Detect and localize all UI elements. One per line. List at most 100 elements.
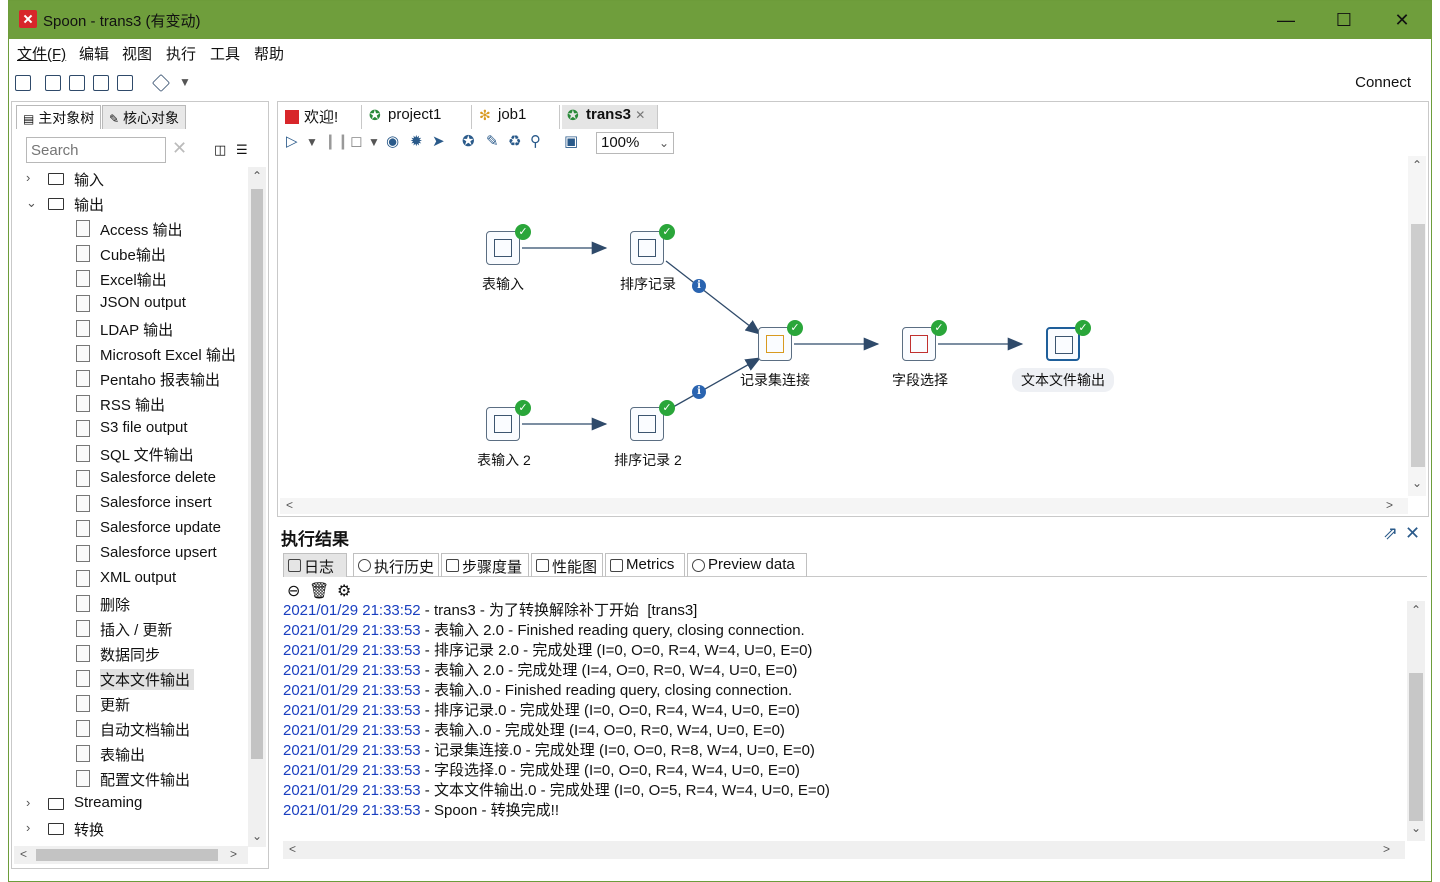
step-sort-rows[interactable] xyxy=(630,231,664,265)
chevron-right-icon[interactable]: › xyxy=(26,170,40,185)
preview-icon[interactable]: ◉ xyxy=(386,132,399,150)
hop-line[interactable] xyxy=(665,260,762,335)
tree-vertical-scrollbar[interactable]: ⌃ ⌄ xyxy=(248,167,266,847)
scroll-down-icon[interactable]: ⌄ xyxy=(252,829,262,843)
log-vertical-scrollbar[interactable]: ⌃ ⌄ xyxy=(1407,601,1425,841)
tree-item[interactable]: S3 file output xyxy=(76,419,246,441)
tree-item[interactable]: Pentaho 报表输出 xyxy=(76,369,246,391)
scroll-right-icon[interactable]: > xyxy=(1383,842,1390,856)
verify-icon[interactable]: ✪ xyxy=(462,132,475,150)
connect-button[interactable]: Connect xyxy=(1355,74,1411,91)
scroll-right-icon[interactable]: > xyxy=(1386,498,1393,512)
close-results-icon[interactable]: ✕ xyxy=(1405,523,1423,543)
scroll-thumb[interactable] xyxy=(251,189,263,759)
save-icon[interactable] xyxy=(93,75,109,91)
tree-horizontal-scrollbar[interactable]: < > xyxy=(14,846,248,864)
explore-repository-icon[interactable] xyxy=(69,75,85,91)
scroll-thumb[interactable] xyxy=(1411,224,1425,467)
transformation-canvas[interactable]: ✓ 表输入 ✓ 排序记录 i ✓ 记录集连接 ✓ 字段选择 ✓ 文本文件输出 ✓… xyxy=(280,156,1408,496)
tab-core-objects[interactable]: ✎ 核心对象 xyxy=(102,105,186,129)
pause-icon[interactable]: ❙❙ xyxy=(324,132,349,150)
run-options-icon[interactable]: ▼ xyxy=(306,135,318,149)
tree-item[interactable]: RSS 输出 xyxy=(76,394,246,416)
scroll-up-icon[interactable]: ⌃ xyxy=(1412,158,1422,172)
tree-item[interactable]: Access 输出 xyxy=(76,219,246,241)
tab-project1[interactable]: ✪ project1 xyxy=(364,105,472,129)
impact-icon[interactable]: ✎ xyxy=(486,132,499,150)
tab-trans3[interactable]: ✪ trans3 ✕ xyxy=(562,105,658,129)
menu-file[interactable]: 文件(F) xyxy=(17,43,66,64)
clear-log-icon[interactable]: 🗑 xyxy=(309,581,329,601)
canvas-vertical-scrollbar[interactable]: ⌃ ⌄ xyxy=(1408,156,1426,496)
scroll-left-icon[interactable]: < xyxy=(286,498,293,512)
tree-item[interactable]: 配置文件输出 xyxy=(76,769,246,791)
scroll-thumb[interactable] xyxy=(36,849,218,861)
clear-search-icon[interactable]: ✕ xyxy=(172,138,187,159)
debug-icon[interactable]: ✹ xyxy=(410,132,423,150)
scroll-right-icon[interactable]: > xyxy=(230,847,237,861)
menu-edit[interactable]: 编辑 xyxy=(79,43,109,64)
scroll-down-icon[interactable]: ⌄ xyxy=(1412,476,1422,490)
tree-folder[interactable]: › Streaming xyxy=(26,794,246,816)
scroll-down-icon[interactable]: ⌄ xyxy=(1411,821,1421,835)
tab-performance-graph[interactable]: 性能图 xyxy=(531,553,603,577)
scroll-thumb[interactable] xyxy=(1409,673,1423,821)
step-table-input[interactable] xyxy=(486,231,520,265)
tree-item[interactable]: JSON output xyxy=(76,294,246,316)
stop-options-icon[interactable]: ▼ xyxy=(368,135,380,149)
tree-item[interactable]: Salesforce update xyxy=(76,519,246,541)
info-icon[interactable]: i xyxy=(692,385,706,399)
step-sort-rows-2[interactable] xyxy=(630,407,664,441)
menu-run[interactable]: 执行 xyxy=(166,43,196,64)
perspective-layers-icon[interactable] xyxy=(151,73,171,93)
canvas-horizontal-scrollbar[interactable]: < > xyxy=(280,498,1408,514)
tree-folder[interactable]: ⌄ 输出 xyxy=(26,194,246,216)
tree-item[interactable]: 文本文件输出 xyxy=(76,669,246,691)
tab-main-tree[interactable]: ▤ 主对象树 xyxy=(16,105,102,129)
tree-item[interactable]: SQL 文件输出 xyxy=(76,444,246,466)
tree-item[interactable]: Salesforce delete xyxy=(76,469,246,491)
collapse-all-icon[interactable]: ◫ xyxy=(214,142,226,158)
tab-job1[interactable]: ✻ job1 xyxy=(474,105,560,129)
tree-item[interactable]: Excel输出 xyxy=(76,269,246,291)
tree-item[interactable]: Cube输出 xyxy=(76,244,246,266)
info-icon[interactable]: i xyxy=(692,279,706,293)
minimize-button[interactable]: — xyxy=(1257,1,1315,39)
chevron-down-icon[interactable]: ⌄ xyxy=(26,195,40,211)
stop-log-icon[interactable]: ⊖ xyxy=(287,581,300,601)
tree-item[interactable]: Microsoft Excel 输出 xyxy=(76,344,246,366)
search-input[interactable] xyxy=(26,137,166,163)
log-horizontal-scrollbar[interactable]: < > xyxy=(283,841,1405,859)
scroll-up-icon[interactable]: ⌃ xyxy=(252,169,262,183)
tree-item[interactable]: XML output xyxy=(76,569,246,591)
zoom-select[interactable]: 100% ⌄ xyxy=(596,132,674,154)
menu-help[interactable]: 帮助 xyxy=(254,43,284,64)
chevron-right-icon[interactable]: › xyxy=(26,820,40,835)
tree-item[interactable]: 更新 xyxy=(76,694,246,716)
log-settings-icon[interactable]: ⚙ xyxy=(337,581,351,601)
tab-metrics[interactable]: Metrics xyxy=(605,553,685,577)
save-as-icon[interactable] xyxy=(117,75,133,91)
tab-execution-history[interactable]: 执行历史 xyxy=(353,553,439,577)
menu-view[interactable]: 视图 xyxy=(122,43,152,64)
tree-item[interactable]: 插入 / 更新 xyxy=(76,619,246,641)
stop-icon[interactable]: ◻ xyxy=(350,132,362,150)
chevron-right-icon[interactable]: › xyxy=(26,795,40,810)
tab-welcome[interactable]: 欢迎! xyxy=(280,105,362,129)
step-merge-join[interactable] xyxy=(758,327,792,361)
log-output[interactable]: 2021/01/29 21:33:52 - trans3 - 为了转换解除补丁开… xyxy=(283,601,1405,841)
open-file-icon[interactable] xyxy=(45,75,61,91)
tab-preview-data[interactable]: Preview data xyxy=(687,553,807,577)
sql-icon[interactable]: ♻ xyxy=(508,132,521,150)
scroll-left-icon[interactable]: < xyxy=(20,847,27,861)
step-text-file-output[interactable] xyxy=(1046,327,1080,361)
pop-out-icon[interactable]: ⇗ xyxy=(1383,523,1401,543)
tab-step-metrics[interactable]: 步骤度量 xyxy=(441,553,529,577)
tree-item[interactable]: 数据同步 xyxy=(76,644,246,666)
show-results-icon[interactable]: ▣ xyxy=(564,132,578,150)
new-file-icon[interactable] xyxy=(15,75,31,91)
step-select-values[interactable] xyxy=(902,327,936,361)
scroll-up-icon[interactable]: ⌃ xyxy=(1411,603,1421,617)
close-button[interactable]: ✕ xyxy=(1373,1,1431,39)
run-icon[interactable]: ▷ xyxy=(286,132,298,150)
